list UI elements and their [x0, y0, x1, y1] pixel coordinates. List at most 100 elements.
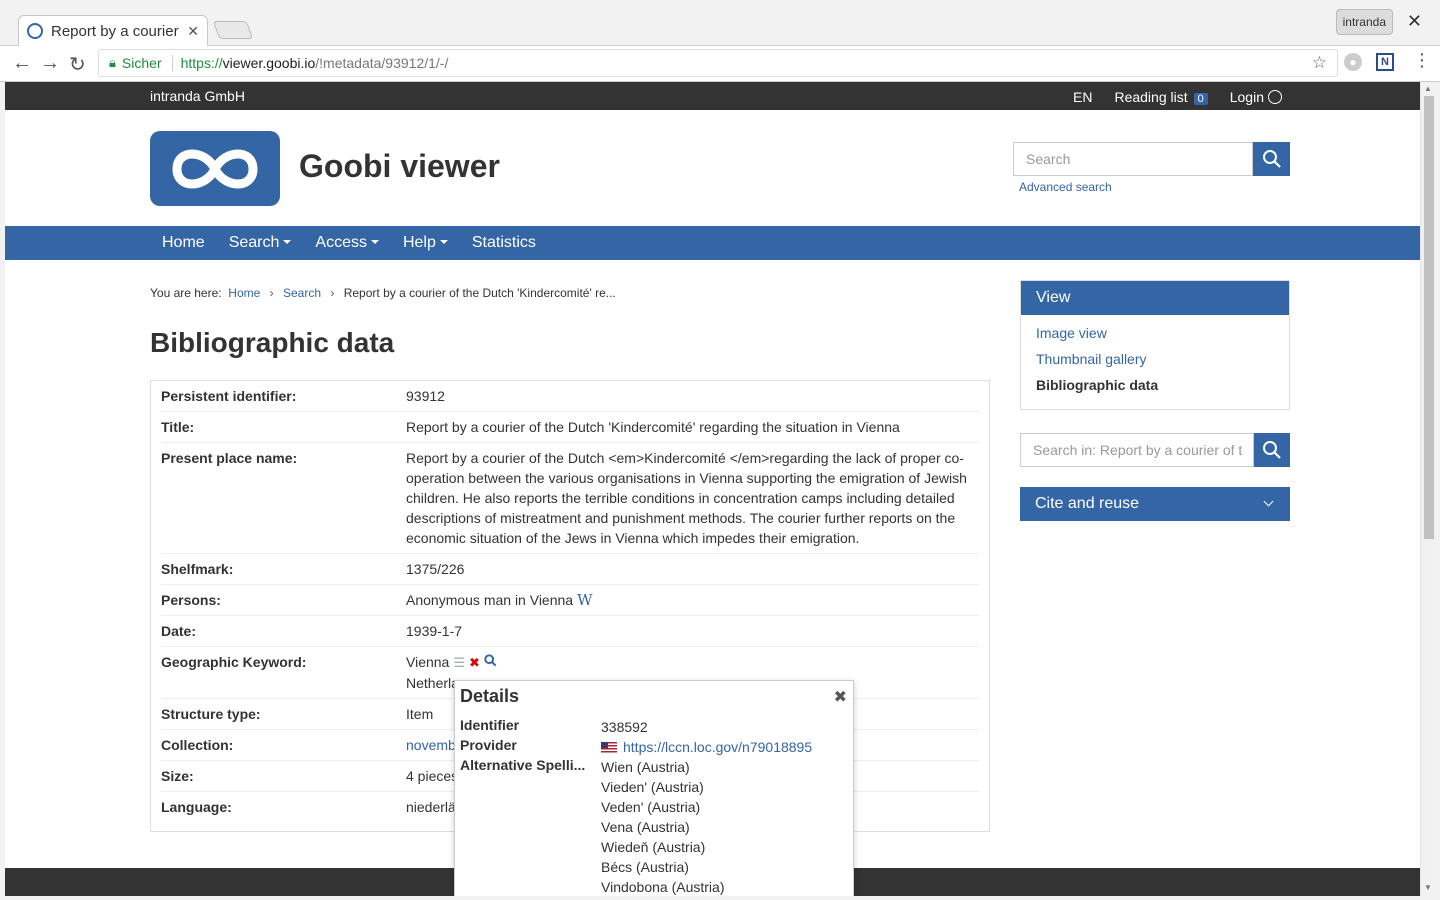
breadcrumb-separator: › [330, 286, 335, 300]
popover-row: Identifier 338592 [460, 717, 648, 737]
caret-down-icon [283, 240, 292, 244]
alt-spelling: Vieden' (Austria) [601, 779, 704, 795]
close-icon[interactable]: ✖ [469, 653, 480, 673]
tab-close-icon[interactable]: ✕ [187, 23, 199, 40]
search-icon [1262, 150, 1281, 168]
advanced-search-link[interactable]: Advanced search [1019, 180, 1112, 194]
browser-tabbar: Report by a courier of ✕ intranda ✕ [0, 0, 1440, 46]
close-icon[interactable]: ✖ [834, 687, 847, 707]
url-host: viewer.goobi.io [222, 55, 316, 71]
popover-key: Provider [460, 737, 517, 753]
view-widget-title: View [1021, 281, 1289, 315]
new-tab-button[interactable] [212, 21, 254, 39]
breadcrumb: You are here: Home › Search › Report by … [150, 286, 616, 300]
collection-link[interactable]: novemb [406, 737, 456, 753]
caret-down-icon [370, 240, 379, 244]
separator [171, 55, 173, 71]
scroll-up-icon[interactable]: ▲ [1424, 84, 1432, 93]
extension-n-icon[interactable]: N [1376, 53, 1394, 71]
person-name[interactable]: Anonymous man in Vienna [406, 592, 573, 608]
nav-statistics[interactable]: Statistics [460, 226, 548, 260]
nav-access[interactable]: Access [303, 226, 391, 260]
table-row: Persistent identifier: 93912 [161, 381, 979, 412]
reading-list-link[interactable]: Reading list 0 [1114, 89, 1208, 105]
main-nav: Home Search Access Help Statistics [5, 226, 1420, 260]
metadata-key: Collection: [161, 737, 234, 753]
us-flag-icon [601, 742, 617, 753]
browser-menu-icon[interactable]: ⋮ [1413, 50, 1431, 71]
url-path: /!metadata/93912/1/-/ [315, 55, 449, 71]
user-icon [1268, 90, 1282, 104]
alt-spelling: Vindobona (Austria) [601, 879, 725, 895]
nav-search[interactable]: Search [217, 226, 304, 260]
alt-spelling: Veden' (Austria) [601, 799, 701, 815]
login-link[interactable]: Login [1230, 89, 1282, 105]
forward-icon[interactable]: → [40, 52, 60, 75]
popover-row: Provider https://lccn.loc.gov/n79018895 [460, 737, 812, 757]
language-switch[interactable]: EN [1073, 89, 1092, 105]
back-icon[interactable]: ← [12, 52, 32, 75]
metadata-key: Language: [161, 799, 232, 815]
page-scrollbar[interactable]: ▲ ▼ [1420, 82, 1436, 896]
bookmark-star-icon[interactable]: ☆ [1312, 53, 1327, 73]
tab-title: Report by a courier of [51, 22, 184, 40]
image-view-link[interactable]: Image view [1036, 325, 1107, 341]
url-input[interactable]: 🔒︎ Sicher https:// viewer.goobi.io /!met… [98, 49, 1338, 77]
profile-button[interactable]: intranda [1335, 9, 1393, 35]
breadcrumb-home[interactable]: Home [228, 286, 260, 300]
breadcrumb-prefix: You are here: [150, 286, 222, 300]
alt-spelling: Wiedeň (Austria) [601, 839, 706, 855]
infinity-logo-icon [172, 149, 258, 188]
geo-keyword[interactable]: Vienna [406, 654, 449, 670]
nav-help[interactable]: Help [391, 226, 460, 260]
metadata-key: Persons: [161, 592, 221, 608]
browser-tab[interactable]: Report by a courier of ✕ [18, 15, 208, 46]
search-within-widget: Search in: Report by a courier of t [1020, 433, 1290, 467]
popover-key: Alternative Spelli... [460, 757, 586, 773]
wikipedia-icon[interactable]: W [577, 591, 592, 609]
list-icon[interactable]: ☰ [453, 653, 465, 673]
table-row: Date: 1939-1-7 [161, 616, 979, 647]
search-icon[interactable] [484, 653, 497, 673]
provider-link[interactable]: https://lccn.loc.gov/n79018895 [623, 739, 812, 755]
metadata-key: Shelfmark: [161, 561, 234, 577]
window-close-icon[interactable]: ✕ [1407, 11, 1422, 32]
metadata-value: Report by a courier of the Dutch 'Kinder… [406, 419, 900, 435]
cite-and-reuse-button[interactable]: Cite and reuse [1020, 487, 1290, 521]
chevron-down-icon [1263, 496, 1274, 507]
scrollbar-thumb[interactable] [1424, 96, 1434, 539]
view-widget: View Image view Thumbnail gallery Biblio… [1020, 280, 1290, 410]
popover-key: Identifier [460, 717, 520, 733]
url-scheme: https:// [180, 55, 223, 71]
nav-help-label: Help [402, 234, 436, 251]
page-viewport: intranda GmbH EN Reading list 0 Login Goo… [5, 82, 1420, 896]
extension-icon[interactable]: ● [1344, 53, 1362, 71]
metadata-value: 1375/226 [406, 561, 465, 577]
popover-row: Alternative Spelli... Wien (Austria) Vie… [460, 757, 724, 896]
metadata-key: Persistent identifier: [161, 388, 297, 404]
metadata-key: Geographic Keyword: [161, 654, 307, 670]
metadata-value: 93912 [406, 388, 445, 404]
reload-icon[interactable]: ↻ [69, 52, 86, 77]
nav-home[interactable]: Home [150, 226, 217, 260]
nav-access-label: Access [315, 234, 367, 251]
details-popover: Details ✖ Identifier 338592 Provider htt… [454, 680, 854, 896]
metadata-value: 1939-1-7 [406, 623, 463, 639]
reading-list-count: 0 [1193, 93, 1208, 105]
bibliographic-data-link[interactable]: Bibliographic data [1036, 377, 1274, 393]
search-button[interactable] [1253, 142, 1290, 176]
breadcrumb-search[interactable]: Search [283, 286, 321, 300]
thumbnail-gallery-link[interactable]: Thumbnail gallery [1036, 351, 1147, 367]
search-input[interactable]: Search [1013, 142, 1253, 176]
popover-title: Details [460, 686, 520, 706]
site-name[interactable]: Goobi viewer [299, 148, 500, 185]
table-row: Persons: Anonymous man in Vienna W [161, 585, 979, 616]
page-title: Bibliographic data [150, 327, 395, 358]
reading-list-label: Reading list [1114, 89, 1188, 105]
search-within-input[interactable]: Search in: Report by a courier of t [1020, 433, 1254, 467]
caret-down-icon [439, 240, 448, 244]
site-logo[interactable] [150, 131, 280, 206]
scroll-down-icon[interactable]: ▼ [1424, 883, 1432, 892]
search-within-button[interactable] [1254, 433, 1290, 467]
table-row: Shelfmark: 1375/226 [161, 554, 979, 585]
